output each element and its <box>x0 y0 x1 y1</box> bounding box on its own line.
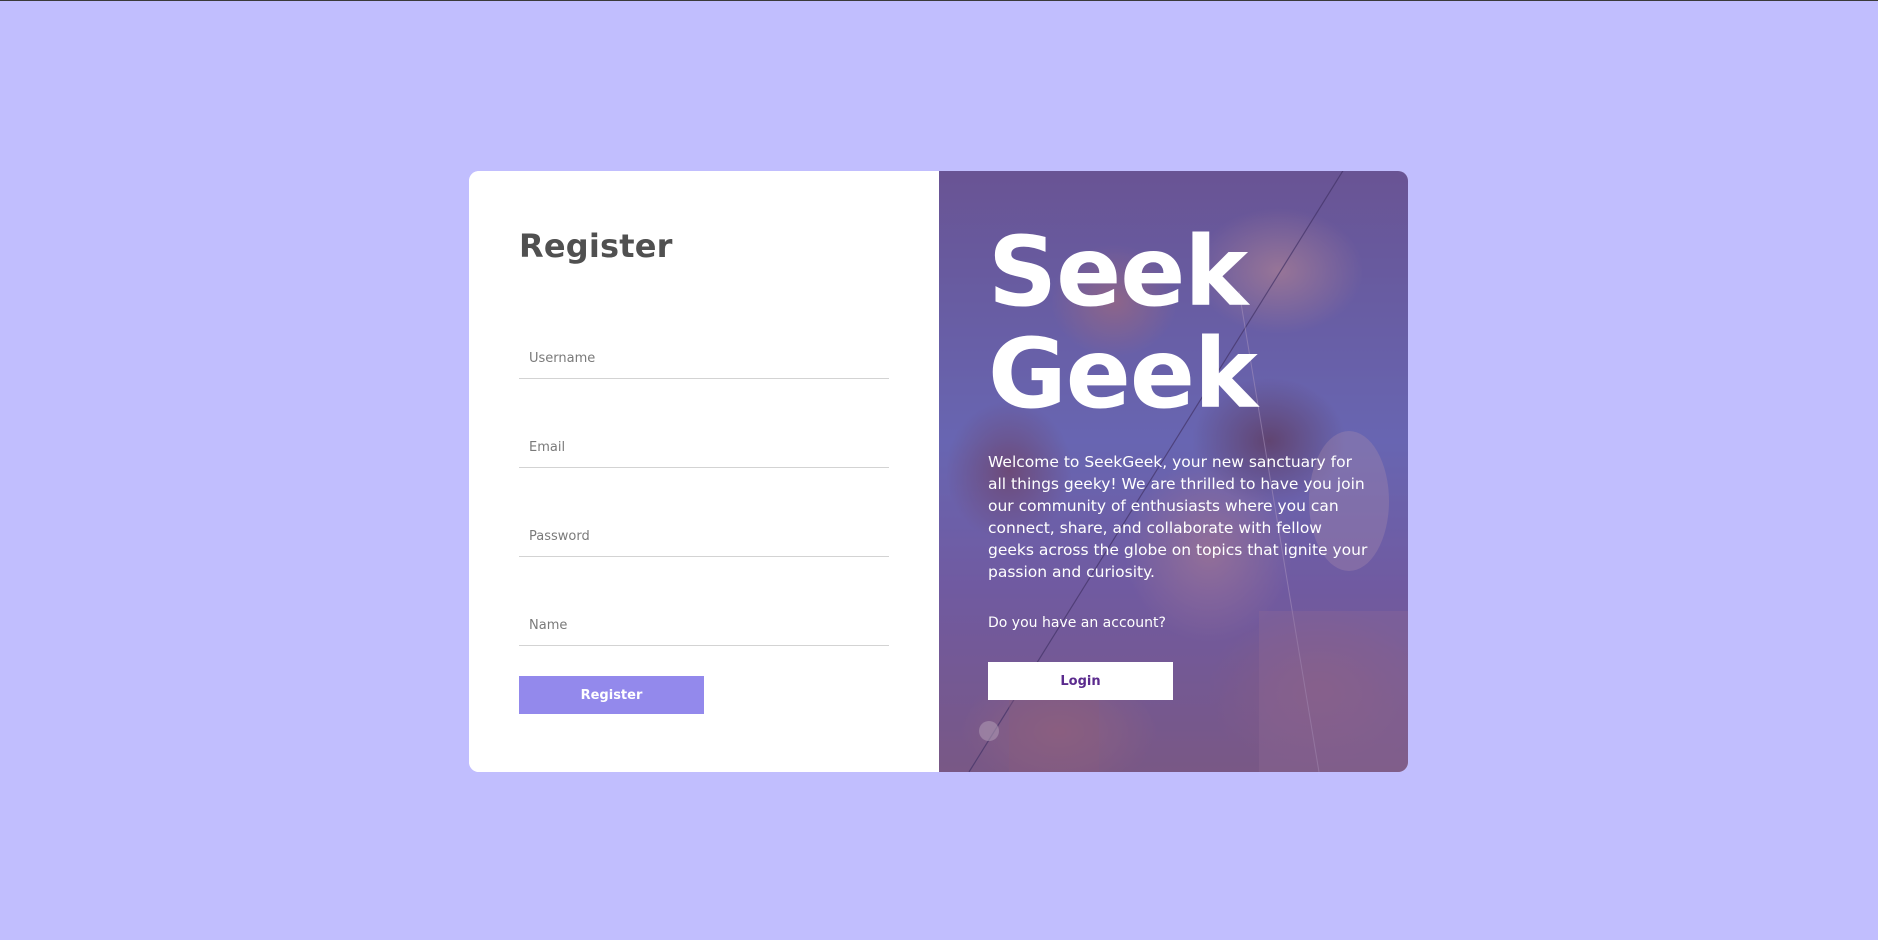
username-input[interactable] <box>519 333 889 378</box>
brand-line-geek: Geek <box>988 318 1258 430</box>
username-field <box>519 333 889 379</box>
register-title: Register <box>519 227 673 265</box>
brand-title: Seek Geek <box>988 216 1258 430</box>
name-input[interactable] <box>519 600 889 645</box>
register-panel: Register Register <box>469 171 939 772</box>
email-input[interactable] <box>519 422 889 467</box>
brand-line-seek: Seek <box>988 216 1248 328</box>
top-border-line <box>0 0 1878 1</box>
welcome-text: Welcome to SeekGeek, your new sanctuary … <box>988 453 1368 581</box>
email-field <box>519 422 889 468</box>
account-question: Do you have an account? <box>988 615 1166 631</box>
register-button[interactable]: Register <box>519 676 704 714</box>
register-card: Register Register Seek Geek <box>469 171 1408 772</box>
password-field <box>519 511 889 557</box>
name-field <box>519 600 889 646</box>
hero-panel: Seek Geek Welcome to SeekGeek, your new … <box>939 171 1408 772</box>
password-input[interactable] <box>519 511 889 556</box>
login-button[interactable]: Login <box>988 662 1173 700</box>
